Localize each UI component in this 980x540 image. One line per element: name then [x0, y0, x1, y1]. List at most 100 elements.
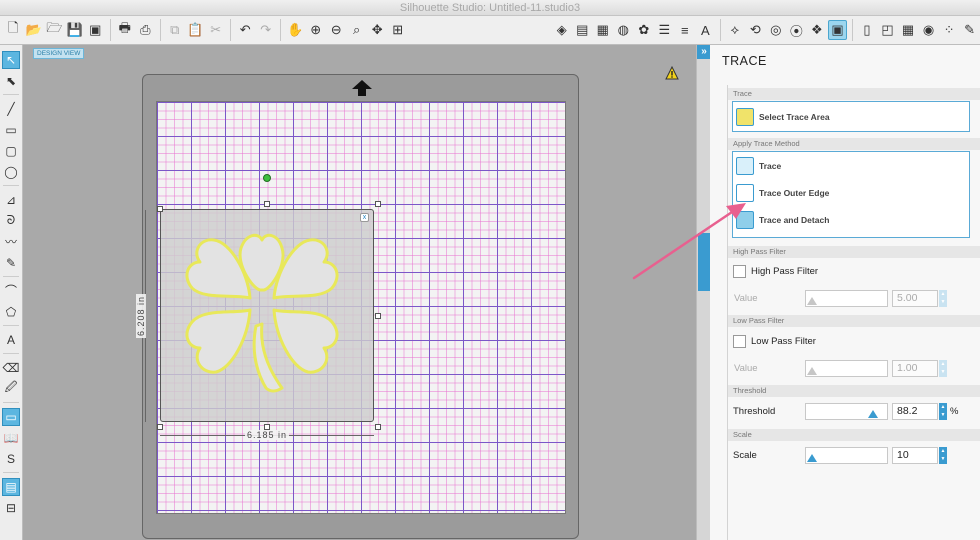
transform-icon[interactable]: ⟡ [726, 20, 745, 40]
close-icon[interactable]: x [360, 213, 369, 222]
library-view-icon[interactable]: 📖 [2, 429, 20, 447]
open-icon[interactable]: 📂 [25, 20, 44, 40]
trace-active-icon[interactable]: ▣ [828, 20, 847, 40]
undo-icon[interactable]: ↶ [236, 20, 255, 40]
send-to-silhouette-icon[interactable]: ⎙ [136, 20, 155, 40]
select-trace-area-button[interactable]: Select Trace Area [733, 102, 969, 131]
resize-handle[interactable] [264, 201, 270, 207]
offset-icon[interactable]: ⦿ [787, 20, 806, 40]
resize-handle[interactable] [375, 201, 381, 207]
page-setup-icon[interactable]: ▯ [858, 20, 877, 40]
high-pass-value-input[interactable]: 5.00 [892, 290, 938, 307]
open-recent-icon[interactable]: 🗁 [45, 20, 64, 40]
move-zoom-icon[interactable]: ✥ [368, 20, 387, 40]
slider-thumb[interactable] [807, 454, 817, 462]
threshold-value-input[interactable]: 88.2 [892, 403, 938, 420]
copy-icon[interactable]: ⧉ [165, 20, 184, 40]
freehand-tool-icon[interactable]: 〰 [2, 233, 20, 251]
zoom-in-icon[interactable]: ⊕ [306, 20, 325, 40]
rotation-handle[interactable] [263, 174, 271, 182]
cut-icon[interactable]: ✂ [206, 20, 225, 40]
panel-collapse-strip[interactable]: » [696, 45, 711, 540]
window-layout-icon[interactable]: ▤ [2, 477, 20, 496]
trace-icon[interactable]: ❖ [808, 20, 827, 40]
polygon-tool-icon[interactable]: ⊿ [2, 191, 20, 209]
low-pass-value-input[interactable]: 1.00 [892, 360, 938, 377]
threshold-stepper[interactable]: ▲ ▼ [939, 403, 947, 420]
high-pass-stepper[interactable]: ▲ ▼ [939, 290, 947, 307]
trace-and-detach-label: Trace and Detach [759, 214, 830, 225]
modify-icon[interactable]: ◎ [767, 20, 786, 40]
collapse-panel-icon[interactable]: » [697, 45, 711, 59]
high-pass-checkbox[interactable] [733, 265, 746, 278]
tool-divider [3, 94, 19, 95]
split-layout-icon[interactable]: ⊟ [2, 499, 20, 517]
rounded-rectangle-tool-icon[interactable]: ▢ [2, 142, 20, 160]
save-as-icon[interactable]: ▣ [86, 20, 105, 40]
high-pass-slider[interactable] [805, 290, 888, 307]
text-icon[interactable]: A [696, 20, 715, 40]
resize-handle[interactable] [157, 424, 163, 430]
paste-icon[interactable]: 📋 [186, 20, 205, 40]
zoom-selected-icon[interactable]: ⌕ [347, 20, 366, 40]
line-style-icon[interactable]: ▦ [594, 20, 613, 40]
resize-handle[interactable] [157, 206, 163, 212]
panel-scroll-thumb[interactable] [698, 233, 710, 291]
clover-trace-outline [185, 233, 339, 393]
threshold-slider[interactable] [805, 403, 888, 420]
curve-tool-icon[interactable]: ᘐ [2, 212, 20, 230]
text-style-icon[interactable]: ☰ [655, 20, 674, 40]
trace-outer-edge-button[interactable]: Trace Outer Edge [733, 179, 969, 206]
zoom-out-icon[interactable]: ⊖ [327, 20, 346, 40]
section-header-scale: Scale [728, 429, 980, 441]
save-icon[interactable]: 💾 [66, 20, 85, 40]
cut-settings-icon[interactable]: ◉ [919, 20, 938, 40]
line-style-panel-icon[interactable]: ≡ [676, 20, 695, 40]
scale-value-input[interactable]: 10 [892, 447, 938, 464]
eraser-tool-icon[interactable]: ⌫ [2, 359, 20, 377]
store-icon[interactable]: S [2, 450, 20, 468]
fit-to-page-icon[interactable]: ⊞ [388, 20, 407, 40]
send-icon[interactable]: ✎ [960, 20, 979, 40]
slider-thumb[interactable] [807, 367, 817, 375]
low-pass-checkbox-row[interactable]: Low Pass Filter [733, 335, 816, 348]
smooth-freehand-icon[interactable]: ✎ [2, 254, 20, 272]
grid-icon[interactable]: ▦ [899, 20, 918, 40]
high-pass-checkbox-row[interactable]: High Pass Filter [733, 265, 818, 278]
select-tool-icon[interactable]: ↖ [2, 50, 20, 69]
low-pass-stepper[interactable]: ▲ ▼ [939, 360, 947, 377]
pan-hand-icon[interactable]: ✋ [286, 20, 305, 40]
registration-marks-icon[interactable]: ◰ [878, 20, 897, 40]
slider-thumb[interactable] [867, 410, 878, 418]
trace-and-detach-button[interactable]: Trace and Detach [733, 206, 969, 233]
replicate-icon[interactable]: ⟲ [746, 20, 765, 40]
knife-tool-icon[interactable]: 🖉 [2, 380, 20, 398]
scale-slider[interactable] [805, 447, 888, 464]
gradient-icon[interactable]: ◍ [614, 20, 633, 40]
redo-icon[interactable]: ↷ [256, 20, 275, 40]
text-tool-icon[interactable]: A [2, 331, 20, 349]
low-pass-checkbox[interactable] [733, 335, 746, 348]
arc-tool-icon[interactable]: ⌒ [2, 282, 20, 300]
new-document-icon[interactable]: 🗋 [4, 20, 23, 40]
point-edit-icon[interactable]: ⬉ [2, 72, 20, 90]
slider-thumb[interactable] [807, 297, 817, 305]
fill-pattern-icon[interactable]: ✿ [635, 20, 654, 40]
rectangle-tool-icon[interactable]: ▭ [2, 121, 20, 139]
line-color-icon[interactable]: ▤ [573, 20, 592, 40]
ellipse-tool-icon[interactable]: ◯ [2, 163, 20, 181]
design-view-icon[interactable]: ▭ [2, 407, 20, 426]
regular-polygon-icon[interactable]: ⬠ [2, 303, 20, 321]
print-icon[interactable]: 🖶 [116, 20, 135, 40]
library-icon[interactable]: ⁘ [940, 20, 959, 40]
scale-stepper[interactable]: ▲ ▼ [939, 447, 947, 464]
fill-color-icon[interactable]: ◈ [553, 20, 572, 40]
design-canvas[interactable]: DESIGN VIEW x 6.208 in 6.185 in [24, 45, 696, 540]
toolbar-divider [159, 19, 161, 41]
warning-icon[interactable] [665, 66, 679, 80]
low-pass-slider[interactable] [805, 360, 888, 377]
resize-handle[interactable] [375, 313, 381, 319]
trace-button[interactable]: Trace [733, 152, 969, 179]
resize-handle[interactable] [375, 424, 381, 430]
line-tool-icon[interactable]: ╱ [2, 100, 20, 118]
